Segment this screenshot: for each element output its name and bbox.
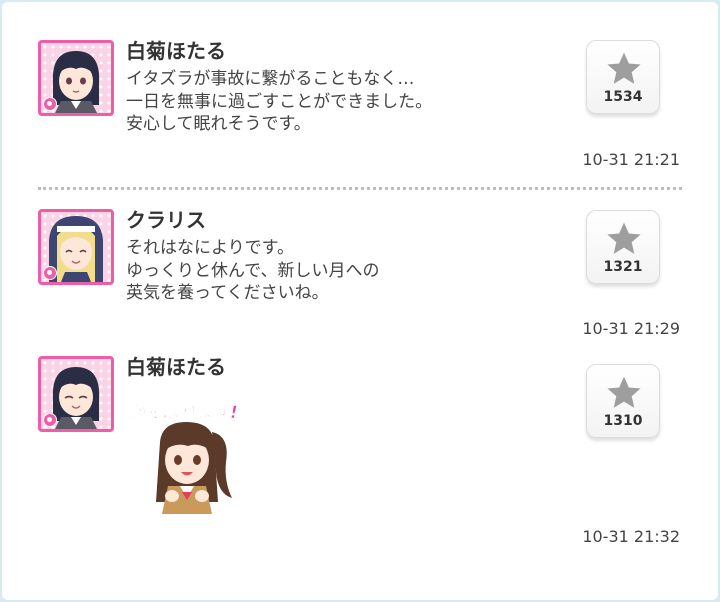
sticker-text: がんばります! xyxy=(128,403,238,423)
timeline-panel: 白菊ほたる イタズラが事故に繋がることもなく… 一日を無事に過ごすことができまし… xyxy=(2,2,718,600)
like-count: 1534 xyxy=(603,89,643,105)
post-divider xyxy=(38,187,682,190)
like-count: 1310 xyxy=(603,413,643,429)
like-button[interactable]: 1310 xyxy=(586,364,660,438)
flower-badge-icon xyxy=(43,266,57,280)
post-author: クラリス xyxy=(126,208,206,232)
post-author: 白菊ほたる xyxy=(126,355,226,379)
sticker-illustration: がんばります! xyxy=(128,403,238,514)
star-icon xyxy=(607,222,641,254)
flower-badge-icon xyxy=(43,97,57,111)
like-count: 1321 xyxy=(603,259,643,275)
post-timestamp: 10-31 21:21 xyxy=(582,150,680,169)
sticker-image[interactable]: がんばります! xyxy=(126,402,254,514)
star-icon xyxy=(607,52,641,84)
post-timestamp: 10-31 21:32 xyxy=(582,527,680,546)
avatar-clarice[interactable] xyxy=(38,209,114,285)
post-message: それはなによりです。 ゆっくりと休んで、新しい月への 英気を養ってくださいね。 xyxy=(126,238,380,303)
avatar-hotaru[interactable] xyxy=(38,356,114,432)
avatar-hotaru[interactable] xyxy=(38,40,114,116)
star-icon xyxy=(607,376,641,408)
flower-badge-icon xyxy=(43,413,57,427)
like-button[interactable]: 1534 xyxy=(586,40,660,114)
like-button[interactable]: 1321 xyxy=(586,210,660,284)
post-author: 白菊ほたる xyxy=(126,39,226,63)
post-message: イタズラが事故に繋がることもなく… 一日を無事に過ごすことができました。 安心し… xyxy=(126,69,433,134)
post-timestamp: 10-31 21:29 xyxy=(582,319,680,338)
